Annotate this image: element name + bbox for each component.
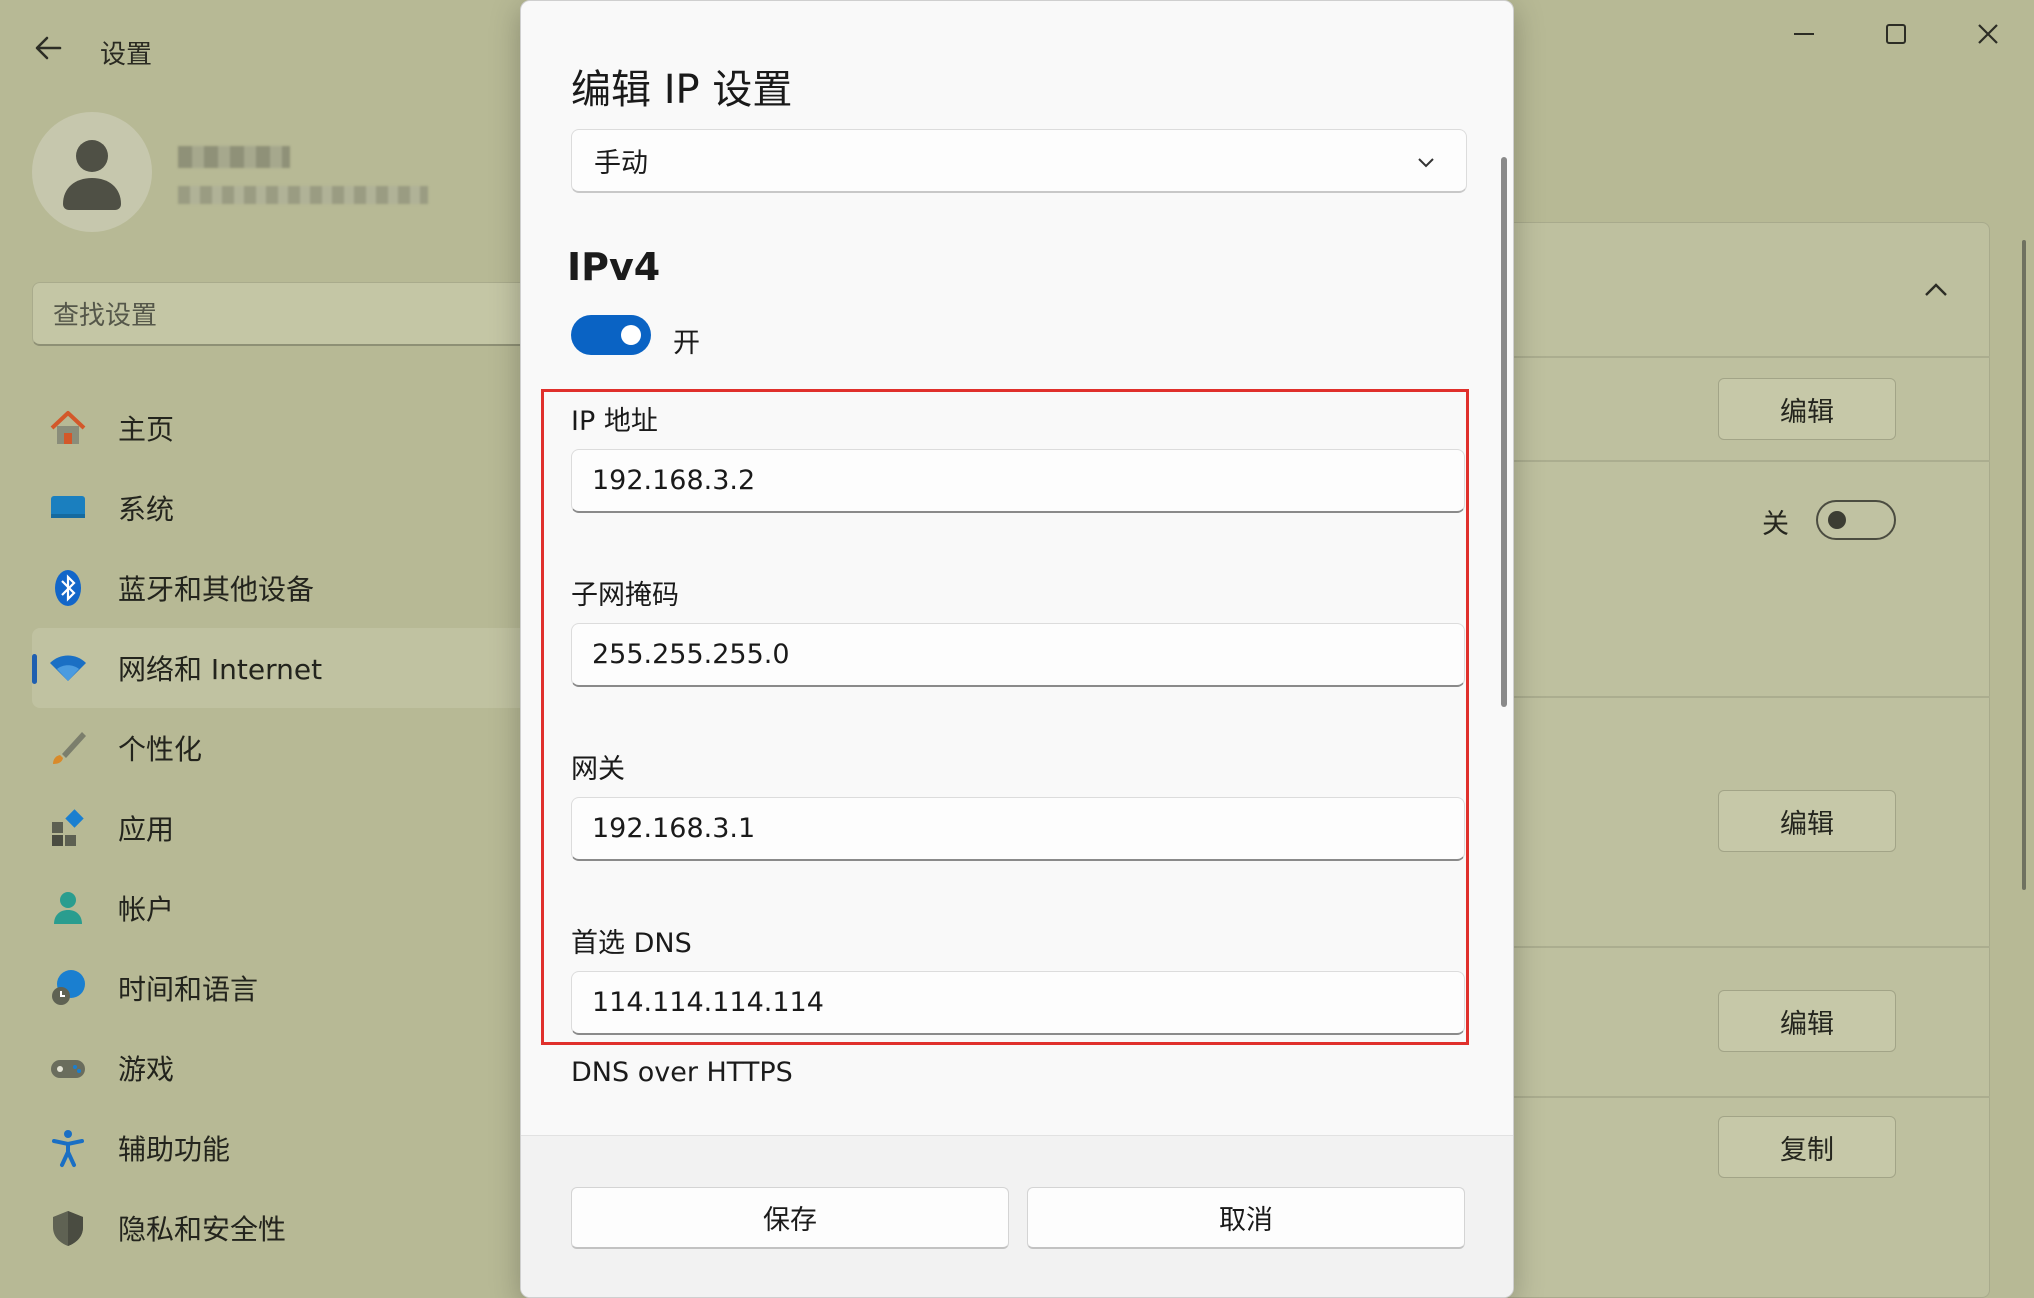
edit-button[interactable]: 编辑 xyxy=(1718,378,1896,440)
maximize-icon[interactable] xyxy=(1866,14,1926,54)
gateway-field[interactable]: 192.168.3.1 xyxy=(571,797,1465,861)
accessibility-icon xyxy=(48,1128,88,1168)
scrollbar[interactable] xyxy=(1501,157,1507,707)
sidebar-item-label: 个性化 xyxy=(118,733,203,766)
blurred-email xyxy=(178,186,428,204)
blurred-username xyxy=(178,146,290,168)
field-value: 192.168.3.1 xyxy=(592,813,756,844)
apps-icon xyxy=(48,808,88,848)
account-icon xyxy=(48,888,88,928)
preferred-dns-field[interactable]: 114.114.114.114 xyxy=(571,971,1465,1035)
sidebar-item-label: 时间和语言 xyxy=(118,973,259,1006)
field-value: 255.255.255.0 xyxy=(592,639,790,670)
preferred-dns-label: 首选 DNS xyxy=(571,928,692,959)
toggle-state-label: 关 xyxy=(1762,509,1789,540)
sidebar-item-label: 帐户 xyxy=(118,893,175,926)
minimize-icon[interactable] xyxy=(1774,14,1834,54)
brush-icon xyxy=(48,728,88,768)
subnet-mask-field[interactable]: 255.255.255.0 xyxy=(571,623,1465,687)
sidebar-item-apps[interactable]: 应用 xyxy=(32,788,552,868)
sidebar-item-home[interactable]: 主页 xyxy=(32,388,552,468)
divider xyxy=(1470,696,1990,698)
sidebar-item-label: 辅助功能 xyxy=(118,1133,231,1166)
system-icon xyxy=(48,488,88,528)
copy-button[interactable]: 复制 xyxy=(1718,1116,1896,1178)
sidebar-item-label: 主页 xyxy=(118,413,175,446)
subnet-mask-label: 子网掩码 xyxy=(571,580,679,611)
search-placeholder: 查找设置 xyxy=(53,301,158,331)
sidebar-item-time-language[interactable]: 时间和语言 xyxy=(32,948,552,1028)
sidebar-item-accounts[interactable]: 帐户 xyxy=(32,868,552,948)
sidebar-item-label: 应用 xyxy=(118,813,175,846)
sidebar-item-bluetooth[interactable]: 蓝牙和其他设备 xyxy=(32,548,552,628)
gateway-label: 网关 xyxy=(571,754,625,785)
sidebar-item-label: 网络和 Internet xyxy=(118,653,323,686)
ipv4-toggle[interactable] xyxy=(571,315,651,355)
edit-button[interactable]: 编辑 xyxy=(1718,990,1896,1052)
user-silhouette-icon xyxy=(63,140,121,210)
divider xyxy=(1470,946,1990,948)
chevron-down-icon xyxy=(1412,148,1440,176)
sidebar-item-label: 隐私和安全性 xyxy=(118,1213,287,1246)
bluetooth-icon xyxy=(48,568,88,608)
dialog-title: 编辑 IP 设置 xyxy=(571,67,793,113)
sidebar-item-label: 蓝牙和其他设备 xyxy=(118,573,315,606)
metered-toggle[interactable] xyxy=(1816,500,1896,540)
search-input[interactable]: 查找设置 xyxy=(32,282,552,346)
dropdown-value: 手动 xyxy=(594,148,648,179)
sidebar-item-gaming[interactable]: 游戏 xyxy=(32,1028,552,1108)
ip-address-label: IP 地址 xyxy=(571,406,658,437)
field-value: 192.168.3.2 xyxy=(592,465,756,496)
divider xyxy=(1470,356,1990,358)
section-heading: IPv4 xyxy=(567,245,661,289)
globe-clock-icon xyxy=(48,968,88,1008)
wifi-icon xyxy=(48,648,88,688)
avatar[interactable] xyxy=(32,112,152,232)
save-button[interactable]: 保存 xyxy=(571,1187,1009,1249)
dns-over-https-label: DNS over HTTPS xyxy=(571,1057,793,1088)
home-icon xyxy=(48,408,88,448)
ip-mode-dropdown[interactable]: 手动 xyxy=(571,129,1467,193)
sidebar-item-label: 系统 xyxy=(118,493,175,526)
gamepad-icon xyxy=(48,1048,88,1088)
ip-address-field[interactable]: 192.168.3.2 xyxy=(571,449,1465,513)
app-title: 设置 xyxy=(100,40,153,70)
sidebar-item-personalization[interactable]: 个性化 xyxy=(32,708,552,788)
close-icon[interactable] xyxy=(1958,14,2018,54)
toggle-state-label: 开 xyxy=(673,328,700,359)
sidebar-item-privacy[interactable]: 隐私和安全性 xyxy=(32,1188,552,1268)
scrollbar[interactable] xyxy=(2022,240,2026,890)
back-arrow-icon[interactable] xyxy=(30,30,66,66)
sidebar-item-label: 游戏 xyxy=(118,1053,175,1086)
sidebar-nav: 主页 系统 蓝牙和其他设备 网络和 Internet 个性化 应用 帐户 时间和… xyxy=(32,388,552,1268)
edit-button[interactable]: 编辑 xyxy=(1718,790,1896,852)
cancel-button[interactable]: 取消 xyxy=(1027,1187,1465,1249)
field-value: 114.114.114.114 xyxy=(592,987,824,1018)
divider xyxy=(1470,1096,1990,1098)
shield-icon xyxy=(48,1208,88,1248)
sidebar-item-system[interactable]: 系统 xyxy=(32,468,552,548)
sidebar-item-accessibility[interactable]: 辅助功能 xyxy=(32,1108,552,1188)
sidebar-item-network[interactable]: 网络和 Internet xyxy=(32,628,552,708)
divider xyxy=(1470,460,1990,462)
edit-ip-dialog: 编辑 IP 设置 手动 IPv4 开 IP 地址 192.168.3.2 子网掩… xyxy=(520,0,1514,1298)
chevron-up-icon[interactable] xyxy=(1918,272,1954,308)
